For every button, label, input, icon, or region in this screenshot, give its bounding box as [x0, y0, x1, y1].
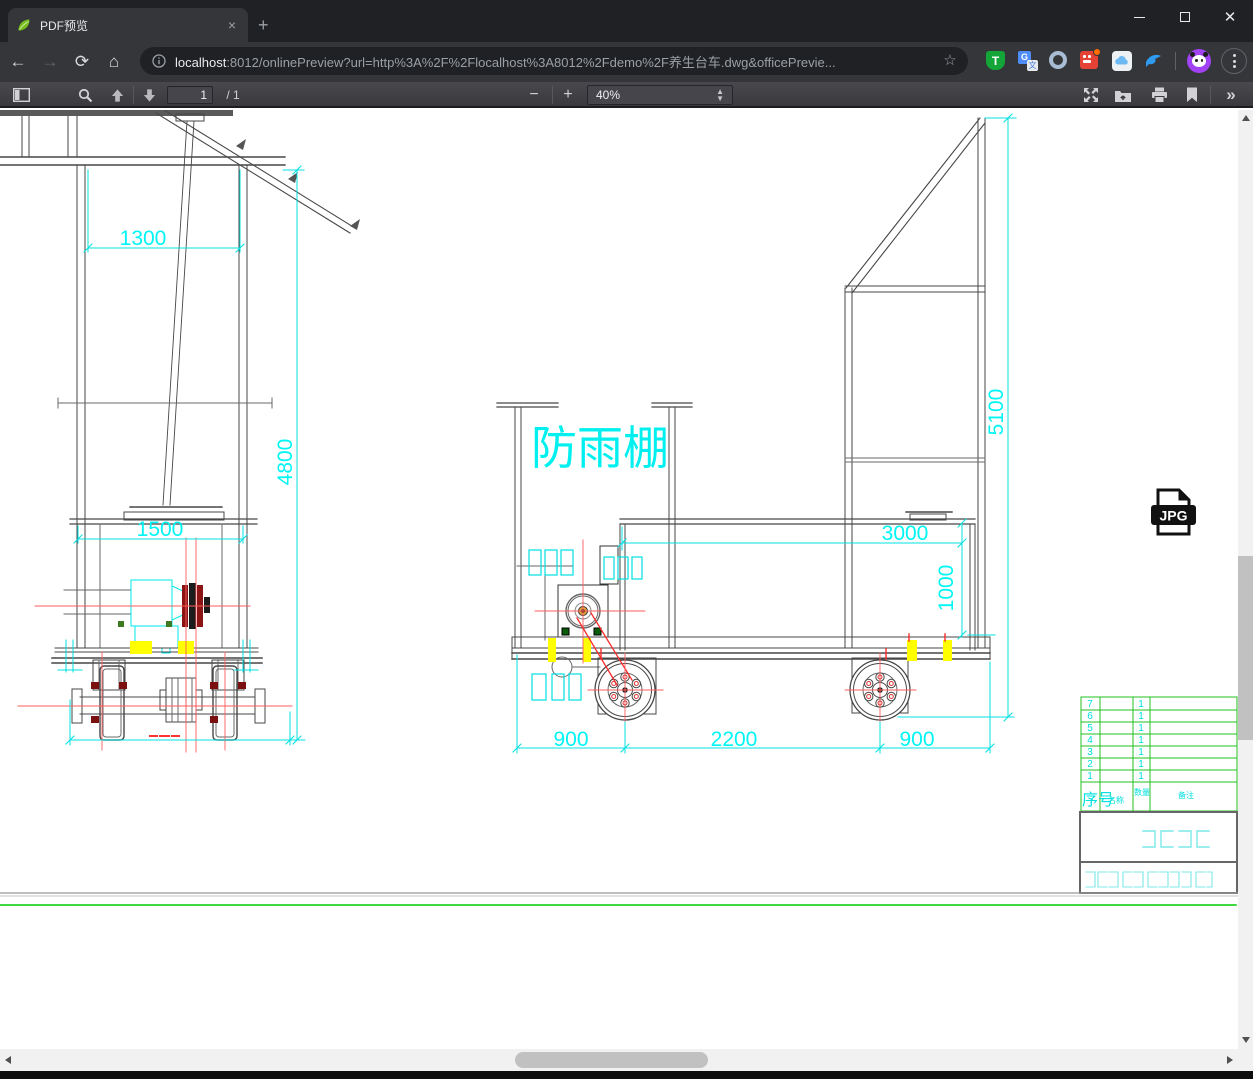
- select-spinner-icon: ▲ ▼: [716, 87, 724, 103]
- bom-header-remark: 备注: [1178, 790, 1194, 800]
- browser-menu-icon[interactable]: [1221, 48, 1247, 74]
- bookmark-icon[interactable]: [1180, 82, 1204, 108]
- dimension-label-900-left: 900: [553, 728, 588, 751]
- forward-button[interactable]: →: [40, 52, 60, 72]
- bom-table: 71 61 51 41 31 21 11 序号 名称 数量 备注: [1080, 696, 1238, 812]
- zoom-in-button[interactable]: +: [556, 82, 580, 108]
- window-close-button[interactable]: ✕: [1215, 6, 1245, 28]
- jpg-label: JPG: [1159, 508, 1187, 524]
- svg-text:5: 5: [1087, 723, 1093, 734]
- url-host: localhost: [175, 54, 227, 70]
- spring-leaf-favicon: [18, 19, 30, 31]
- dimension-label-2200: 2200: [711, 728, 758, 751]
- tab-close-icon[interactable]: ×: [224, 17, 240, 33]
- info-icon[interactable]: [152, 54, 166, 68]
- cad-front-view: [0, 110, 360, 741]
- print-icon[interactable]: [1146, 82, 1172, 108]
- bom-header-name: 名称: [1108, 795, 1124, 805]
- svg-text:1: 1: [1138, 699, 1144, 710]
- page-count-label: / 1: [226, 88, 240, 102]
- dimension-label-1000: 1000: [935, 565, 958, 612]
- page-number-input[interactable]: [167, 86, 213, 104]
- new-tab-button[interactable]: +: [258, 16, 269, 34]
- open-file-icon[interactable]: [1110, 82, 1136, 108]
- back-button[interactable]: ←: [8, 52, 28, 72]
- svg-text:1: 1: [1138, 747, 1144, 758]
- cad-side-view: [496, 117, 991, 715]
- scroll-down-icon[interactable]: [1242, 1037, 1250, 1043]
- page-down-icon[interactable]: [136, 82, 162, 108]
- url-bar[interactable]: localhost:8012/onlinePreview?url=http%3A…: [140, 47, 968, 75]
- horizontal-scrollbar-thumb[interactable]: [515, 1052, 708, 1068]
- zoom-level-select[interactable]: 40% ▲ ▼: [587, 85, 733, 105]
- bookmark-star-icon[interactable]: ☆: [940, 51, 960, 71]
- presentation-mode-icon[interactable]: [1078, 82, 1104, 108]
- pdf-page: 1300 4800 1500 防雨棚 3000 1000 5100 900 22…: [0, 110, 1238, 1049]
- cad-drawing: 1300 4800 1500 防雨棚 3000 1000 5100 900 22…: [0, 110, 1238, 906]
- proxy-extension-icon[interactable]: [1049, 51, 1067, 69]
- scrollbar-corner: [1238, 1049, 1253, 1071]
- url-path: :8012/onlinePreview?url=http%3A%2F%2Floc…: [226, 54, 836, 70]
- vertical-scrollbar-thumb[interactable]: [1238, 556, 1253, 740]
- dimension-label-900-right: 900: [899, 728, 934, 751]
- scroll-left-icon[interactable]: [5, 1056, 11, 1064]
- profile-avatar[interactable]: [1187, 49, 1211, 73]
- toolbar-divider: [1175, 52, 1176, 70]
- svg-text:1: 1: [1138, 759, 1144, 770]
- cloud-extension-icon[interactable]: [1112, 51, 1132, 71]
- reload-button[interactable]: ⟳: [72, 52, 92, 72]
- svg-text:2: 2: [1087, 759, 1093, 770]
- svg-text:3: 3: [1087, 747, 1093, 758]
- notification-badge: [1093, 48, 1101, 56]
- svg-text:1: 1: [1138, 711, 1144, 722]
- more-tools-icon[interactable]: »: [1216, 82, 1246, 108]
- window-minimize-button[interactable]: [1124, 6, 1154, 28]
- dimension-label-1500: 1500: [137, 518, 184, 541]
- dimension-label-1300: 1300: [120, 227, 167, 250]
- tab-title: PDF预览: [40, 18, 89, 33]
- window-maximize-button[interactable]: [1170, 6, 1200, 28]
- scroll-right-icon[interactable]: [1227, 1056, 1233, 1064]
- rain-shed-label: 防雨棚: [531, 422, 669, 474]
- pdf-viewer-toolbar: / 1 − + 40% ▲▼ »: [0, 82, 1253, 108]
- svg-text:1: 1: [1138, 771, 1144, 782]
- sidebar-toggle-icon[interactable]: [8, 82, 34, 108]
- scroll-up-icon[interactable]: [1242, 115, 1250, 121]
- svg-text:1: 1: [1138, 723, 1144, 734]
- page-up-icon[interactable]: [104, 82, 130, 108]
- svg-text:4: 4: [1087, 735, 1093, 746]
- bird-extension-icon[interactable]: [1144, 51, 1164, 71]
- dimension-label-3000: 3000: [882, 522, 929, 545]
- svg-text:1: 1: [1138, 735, 1144, 746]
- svg-text:6: 6: [1087, 711, 1093, 722]
- dimension-label-4800: 4800: [274, 439, 297, 486]
- tab-pdf-preview[interactable]: PDF预览 ×: [8, 8, 248, 42]
- vertical-scrollbar[interactable]: [1238, 110, 1253, 1049]
- browser-window: PDF预览 × + ✕ ← → ⟳ ⌂ localhost:8012/onlin…: [0, 0, 1253, 1079]
- window-bottom-edge: [0, 1071, 1253, 1079]
- home-button[interactable]: ⌂: [104, 52, 124, 72]
- front-view-centerlines: [17, 537, 293, 753]
- tab-strip: PDF预览 × + ✕: [0, 0, 1253, 42]
- svg-text:7: 7: [1087, 699, 1093, 710]
- tampermonkey-extension-icon[interactable]: T: [986, 51, 1005, 70]
- horizontal-scrollbar[interactable]: [0, 1049, 1238, 1071]
- zoom-level-value: 40%: [596, 88, 621, 102]
- svg-text:1: 1: [1087, 771, 1093, 782]
- title-block: [0, 811, 1238, 906]
- dimension-label-5100: 5100: [985, 389, 1008, 436]
- zoom-out-button[interactable]: −: [522, 82, 546, 108]
- jpg-file-icon: JPG: [1151, 488, 1196, 536]
- extension-icon-with-badge[interactable]: [1080, 48, 1101, 69]
- bom-header-qty: 数量: [1134, 787, 1150, 797]
- translate-extension-icon[interactable]: G 文: [1018, 51, 1038, 71]
- search-icon[interactable]: [72, 82, 98, 108]
